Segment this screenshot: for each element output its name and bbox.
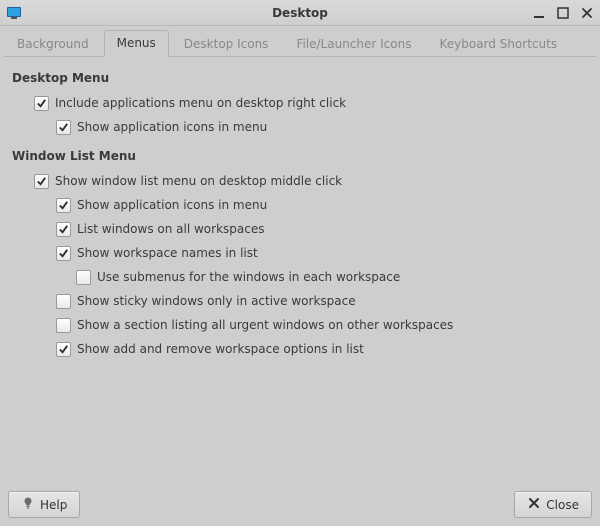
tab-desktop-icons[interactable]: Desktop Icons [171, 31, 282, 57]
label-dm-show-app-icons: Show application icons in menu [77, 120, 267, 134]
minimize-button[interactable] [532, 6, 546, 20]
checkbox-include-apps-menu[interactable] [34, 96, 49, 111]
checkbox-dm-show-app-icons[interactable] [56, 120, 71, 135]
app-icon [6, 5, 22, 21]
checkbox-sticky-active-only[interactable] [56, 294, 71, 309]
desktop-menu-heading: Desktop Menu [12, 71, 588, 85]
checkbox-urgent-other-ws[interactable] [56, 318, 71, 333]
checkbox-show-ws-names[interactable] [56, 246, 71, 261]
row-dm-show-app-icons: Show application icons in menu [12, 115, 588, 139]
row-show-ws-names: Show workspace names in list [12, 241, 588, 265]
help-button[interactable]: Help [8, 491, 80, 518]
maximize-button[interactable] [556, 6, 570, 20]
checkbox-show-add-remove-ws[interactable] [56, 342, 71, 357]
label-sticky-active-only: Show sticky windows only in active works… [77, 294, 356, 308]
row-wl-show-app-icons: Show application icons in menu [12, 193, 588, 217]
window-controls [532, 6, 594, 20]
label-use-submenus: Use submenus for the windows in each wor… [97, 270, 400, 284]
close-button[interactable] [580, 6, 594, 20]
label-show-window-list: Show window list menu on desktop middle … [55, 174, 342, 188]
row-show-window-list: Show window list menu on desktop middle … [12, 169, 588, 193]
checkbox-wl-show-app-icons[interactable] [56, 198, 71, 213]
close-dialog-button[interactable]: Close [514, 491, 592, 518]
row-show-add-remove-ws: Show add and remove workspace options in… [12, 337, 588, 361]
checkbox-use-submenus[interactable] [76, 270, 91, 285]
window-title: Desktop [0, 6, 600, 20]
tab-background[interactable]: Background [4, 31, 102, 57]
tab-menus[interactable]: Menus [104, 30, 169, 57]
lightbulb-icon [21, 496, 35, 513]
tabs: Background Menus Desktop Icons File/Laun… [4, 30, 596, 57]
label-include-apps-menu: Include applications menu on desktop rig… [55, 96, 346, 110]
checkbox-list-all-workspaces[interactable] [56, 222, 71, 237]
close-icon [527, 496, 541, 513]
titlebar: Desktop [0, 0, 600, 26]
label-wl-show-app-icons: Show application icons in menu [77, 198, 267, 212]
window-list-menu-heading: Window List Menu [12, 149, 588, 163]
help-button-label: Help [40, 498, 67, 512]
bottom-bar: Help Close [0, 485, 600, 526]
label-list-all-workspaces: List windows on all workspaces [77, 222, 264, 236]
checkbox-show-window-list[interactable] [34, 174, 49, 189]
row-include-apps-menu: Include applications menu on desktop rig… [12, 91, 588, 115]
tab-keyboard-shortcuts[interactable]: Keyboard Shortcuts [426, 31, 570, 57]
tab-file-launcher-icons[interactable]: File/Launcher Icons [283, 31, 424, 57]
row-sticky-active-only: Show sticky windows only in active works… [12, 289, 588, 313]
label-show-ws-names: Show workspace names in list [77, 246, 258, 260]
desktop-settings-window: Desktop Background Menus Desktop Icons F… [0, 0, 600, 526]
label-show-add-remove-ws: Show add and remove workspace options in… [77, 342, 364, 356]
row-use-submenus: Use submenus for the windows in each wor… [12, 265, 588, 289]
close-button-label: Close [546, 498, 579, 512]
row-urgent-other-ws: Show a section listing all urgent window… [12, 313, 588, 337]
content: Desktop Menu Include applications menu o… [0, 57, 600, 485]
label-urgent-other-ws: Show a section listing all urgent window… [77, 318, 453, 332]
row-list-all-workspaces: List windows on all workspaces [12, 217, 588, 241]
tabs-container: Background Menus Desktop Icons File/Laun… [0, 26, 600, 57]
